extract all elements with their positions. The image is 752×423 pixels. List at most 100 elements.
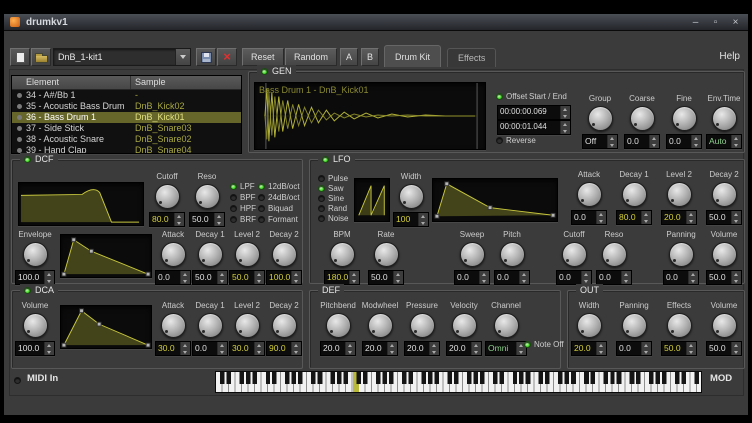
sweep-spinbox[interactable]: 0.0: [454, 270, 490, 285]
pressure-knob[interactable]: [410, 313, 435, 338]
spin-arrows[interactable]: [731, 271, 741, 284]
spin-arrows[interactable]: [429, 342, 439, 355]
filter-slope-formant[interactable]: Formant: [258, 214, 298, 225]
spin-arrows[interactable]: [519, 271, 529, 284]
decay2-knob[interactable]: [272, 242, 297, 267]
cutoff-spinbox[interactable]: 80.0: [149, 212, 185, 227]
spin-arrows[interactable]: [731, 342, 741, 355]
level2-knob[interactable]: [235, 242, 260, 267]
coarse-spinbox[interactable]: 0.0: [624, 134, 660, 149]
element-row[interactable]: 34 - A#/Bb 1 -: [12, 90, 241, 101]
bpm-knob[interactable]: [330, 242, 355, 267]
width-knob[interactable]: [399, 184, 424, 209]
attack-spinbox[interactable]: 0.0: [571, 210, 607, 225]
spin-arrows[interactable]: [607, 135, 617, 148]
offset-end-spinbox[interactable]: 00:00:01.044: [497, 120, 571, 135]
bpm-spinbox[interactable]: 180.0: [324, 270, 360, 285]
volume-knob[interactable]: [23, 313, 48, 338]
fine-spinbox[interactable]: 0.0: [666, 134, 702, 149]
attack-spinbox[interactable]: 0.0: [155, 270, 191, 285]
spin-arrows[interactable]: [560, 121, 570, 134]
spin-arrows[interactable]: [731, 135, 741, 148]
velocity-knob[interactable]: [452, 313, 477, 338]
reverse-checkbox[interactable]: Reverse: [496, 135, 536, 146]
spin-arrows[interactable]: [596, 342, 606, 355]
envelope-spinbox[interactable]: 100.0: [15, 270, 55, 285]
spin-arrows[interactable]: [291, 271, 301, 284]
combo-dropdown-icon[interactable]: [175, 49, 190, 65]
spin-arrows[interactable]: [393, 271, 403, 284]
decay1-spinbox[interactable]: 50.0: [192, 270, 228, 285]
b-button[interactable]: B: [361, 48, 379, 66]
filter-response-display[interactable]: [18, 182, 144, 226]
cutoff-spinbox[interactable]: 0.0: [556, 270, 592, 285]
modwheel-knob[interactable]: [368, 313, 393, 338]
spin-arrows[interactable]: [44, 271, 54, 284]
help-menu[interactable]: Help: [719, 51, 740, 62]
tab-effects[interactable]: Effects: [447, 48, 496, 67]
spin-arrows[interactable]: [581, 271, 591, 284]
preset-combo[interactable]: DnB_1-kit1: [53, 48, 191, 66]
new-preset-button[interactable]: [10, 48, 30, 66]
spin-arrows[interactable]: [214, 213, 224, 226]
delete-preset-button[interactable]: [217, 48, 237, 66]
filter-slope-12db[interactable]: 12dB/oct: [258, 181, 300, 192]
lfo-shape-noise[interactable]: Noise: [318, 213, 348, 224]
spin-arrows[interactable]: [686, 211, 696, 224]
spin-arrows[interactable]: [688, 271, 698, 284]
volume-knob[interactable]: [712, 242, 737, 267]
spin-arrows[interactable]: [349, 271, 359, 284]
volume-spinbox[interactable]: 50.0: [706, 270, 742, 285]
decay2-spinbox[interactable]: 100.0: [266, 270, 302, 285]
attack-spinbox[interactable]: 30.0: [155, 341, 191, 356]
spin-arrows[interactable]: [686, 342, 696, 355]
level2-spinbox[interactable]: 50.0: [229, 270, 265, 285]
reso-knob[interactable]: [195, 184, 220, 209]
level2-knob[interactable]: [667, 182, 692, 207]
column-sample[interactable]: Sample: [131, 76, 241, 89]
envelope-knob[interactable]: [23, 242, 48, 267]
filter-type-lpf[interactable]: LPF: [230, 181, 255, 192]
offset-start-spinbox[interactable]: 00:00:00.069: [497, 105, 571, 120]
channel-spinbox[interactable]: Omni: [485, 341, 527, 356]
save-preset-button[interactable]: [196, 48, 216, 66]
reso-spinbox[interactable]: 0.0: [596, 270, 632, 285]
attack-knob[interactable]: [577, 182, 602, 207]
attack-knob[interactable]: [161, 313, 186, 338]
element-row[interactable]: 35 - Acoustic Bass Drum DnB_Kick02: [12, 101, 241, 112]
spin-arrows[interactable]: [44, 342, 54, 355]
level2-spinbox[interactable]: 20.0: [661, 210, 697, 225]
pitchbend-knob[interactable]: [326, 313, 351, 338]
spin-arrows[interactable]: [180, 342, 190, 355]
sample-waveform-display[interactable]: Bass Drum 1 - DnB_Kick01: [254, 82, 486, 150]
titlebar[interactable]: drumkv1: [4, 14, 748, 31]
spin-arrows[interactable]: [174, 213, 184, 226]
panning-knob[interactable]: [669, 242, 694, 267]
decay2-knob[interactable]: [712, 182, 737, 207]
spin-arrows[interactable]: [254, 342, 264, 355]
maximize-icon[interactable]: [709, 16, 722, 29]
element-list-header[interactable]: Element Sample: [12, 76, 241, 90]
rate-knob[interactable]: [374, 242, 399, 267]
filter-type-brf[interactable]: BRF: [230, 214, 256, 225]
spin-arrows[interactable]: [641, 342, 651, 355]
decay1-knob[interactable]: [198, 313, 223, 338]
attack-knob[interactable]: [161, 242, 186, 267]
decay1-spinbox[interactable]: 80.0: [616, 210, 652, 225]
pitch-spinbox[interactable]: 0.0: [494, 270, 530, 285]
sweep-knob[interactable]: [460, 242, 485, 267]
width-spinbox[interactable]: 100: [393, 212, 429, 227]
decay1-spinbox[interactable]: 0.0: [192, 341, 228, 356]
width-knob[interactable]: [577, 313, 602, 338]
envtime-spinbox[interactable]: Auto: [706, 134, 742, 149]
spin-arrows[interactable]: [418, 213, 428, 226]
spin-arrows[interactable]: [345, 342, 355, 355]
reso-spinbox[interactable]: 50.0: [189, 212, 225, 227]
coarse-knob[interactable]: [630, 106, 655, 131]
midi-keyboard[interactable]: [215, 371, 702, 393]
lfo-envelope-display[interactable]: [432, 178, 558, 222]
level2-spinbox[interactable]: 30.0: [229, 341, 265, 356]
open-preset-button[interactable]: [31, 48, 51, 66]
filter-type-bpf[interactable]: BPF: [230, 192, 256, 203]
spin-arrows[interactable]: [691, 135, 701, 148]
